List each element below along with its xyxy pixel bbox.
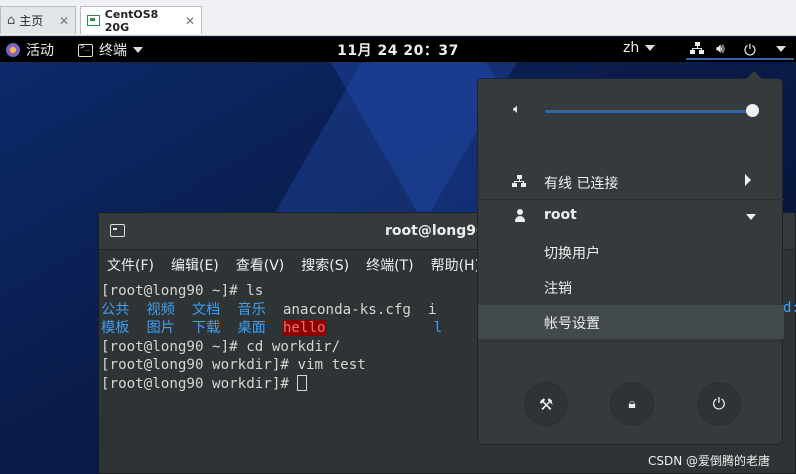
close-icon[interactable]: ✕ [185, 14, 195, 28]
user-icon [514, 209, 526, 226]
language-label: zh [623, 40, 640, 56]
volume-slider-knob[interactable] [746, 104, 759, 117]
volume-icon: 🔈︎ [513, 102, 521, 117]
volume-row: 🔈︎ [478, 99, 784, 123]
menu-file[interactable]: 文件(F) [107, 255, 154, 275]
ls-truncated: l [433, 320, 443, 337]
menu-view[interactable]: 查看(V) [236, 255, 285, 275]
volume-slider-track[interactable] [545, 110, 753, 113]
close-icon[interactable]: ✕ [59, 14, 69, 28]
new-tab-icon[interactable] [110, 224, 125, 237]
ls-dirs: 公共 视频 文档 音乐 [101, 301, 283, 318]
text-cursor [297, 374, 308, 391]
menu-edit[interactable]: 编辑(E) [171, 255, 219, 275]
system-menu-popover: 🔈︎ 有线 已连接 root 切换用户 注销 帐号设置 ⚒ 🔒︎ ⏻ [477, 71, 784, 445]
power-off-button[interactable]: ⏻ [697, 382, 741, 426]
network-icon [690, 42, 704, 58]
terminal-title: root@long90: [385, 223, 492, 239]
chevron-down-icon [776, 46, 786, 52]
vm-icon [87, 15, 100, 26]
user-label: root [544, 207, 577, 223]
account-settings-label: 帐号设置 [544, 316, 600, 332]
network-icon [512, 175, 526, 191]
ls-dirs: 模板 图片 下载 桌面 [101, 320, 283, 337]
prompt: [root@long90 workdir]# [101, 375, 298, 392]
power-icon: ⏻ [712, 394, 726, 413]
ls-hello-file: hello [282, 320, 326, 337]
account-settings-item[interactable]: 帐号设置 [478, 305, 784, 339]
chevron-down-icon [746, 214, 756, 220]
menu-terminal[interactable]: 终端(T) [366, 255, 413, 275]
tab-vm-label: CentOS8 20G [104, 7, 159, 34]
language-selector[interactable]: zh [623, 40, 656, 56]
clock[interactable]: 11月 24 20：37 [0, 40, 796, 60]
right-edge-text: d: [783, 300, 796, 316]
lock-button[interactable]: 🔒︎ [610, 382, 654, 426]
wired-connection-item[interactable]: 有线 已连接 [478, 165, 784, 199]
wired-label: 有线 已连接 [544, 176, 619, 192]
power-icon: ⏻ [744, 41, 756, 59]
clock-label: 11月 24 20：37 [337, 43, 459, 59]
logout-item[interactable]: 注销 [478, 270, 784, 304]
gnome-top-bar: 活动 终端 11月 24 20：37 zh 🔊︎ ⏻ [0, 37, 796, 62]
home-icon: ⌂ [7, 13, 16, 28]
tab-home[interactable]: ⌂ 主页 ✕ [0, 6, 76, 34]
tab-centos-vm[interactable]: CentOS8 20G ✕ [80, 6, 202, 34]
switch-user-label: 切换用户 [544, 246, 600, 262]
system-status-area[interactable]: 🔊︎ ⏻ [686, 38, 794, 60]
switch-user-item[interactable]: 切换用户 [478, 235, 784, 269]
settings-button[interactable]: ⚒ [524, 382, 568, 426]
divider [478, 341, 784, 342]
settings-tools-icon: ⚒ [538, 394, 554, 414]
lock-icon: 🔒︎ [628, 396, 636, 412]
user-item[interactable]: root [478, 199, 784, 233]
tab-home-label: 主页 [19, 14, 44, 28]
logout-label: 注销 [544, 281, 572, 297]
chevron-down-icon [645, 45, 656, 51]
ls-files: anaconda-ks.cfg i [282, 301, 437, 318]
vmware-tab-strip: ⌂ 主页 ✕ CentOS8 20G ✕ [0, 0, 796, 36]
volume-icon: 🔊︎ [716, 41, 725, 57]
menu-help[interactable]: 帮助(H) [431, 255, 480, 275]
menu-search[interactable]: 搜索(S) [301, 255, 349, 275]
watermark: CSDN @爱倒腾的老唐 [648, 454, 771, 468]
chevron-right-icon [745, 174, 751, 186]
